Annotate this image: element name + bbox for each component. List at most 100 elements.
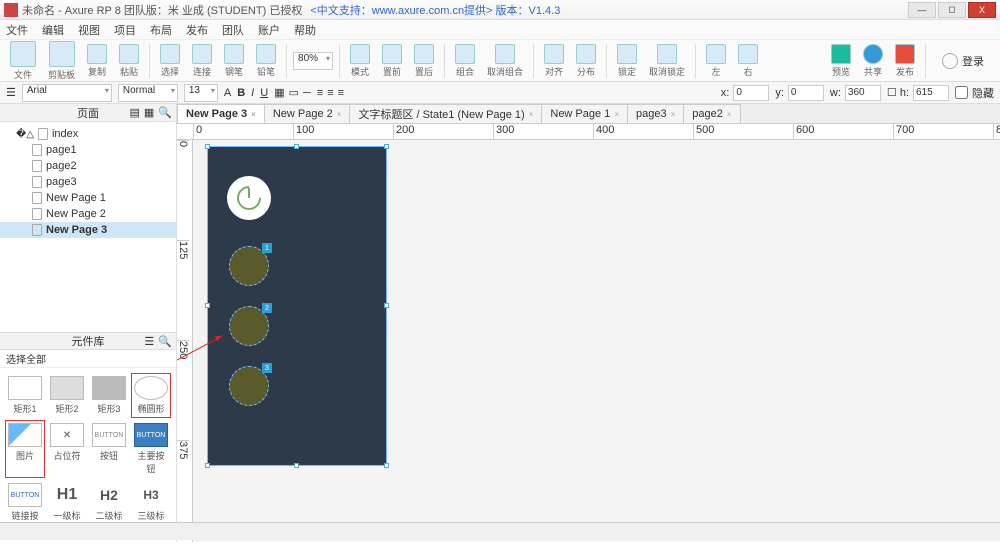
file-icon[interactable]	[10, 41, 36, 67]
ruler-horizontal: 01002003004005006007008009001000	[177, 124, 1000, 140]
align-r-icon[interactable]: ≡	[338, 87, 344, 99]
add-page-icon[interactable]: ▤	[129, 106, 139, 119]
font-combo[interactable]: Arial	[22, 84, 112, 102]
format-bar: ☰ Arial Normal 13 A B I U ▦ ▭ ─ ≡ ≡ ≡ x:…	[0, 82, 1000, 104]
menubar: 文件 编辑 视图 项目 布局 发布 团队 账户 帮助	[0, 20, 1000, 40]
maximize-button[interactable]: ◻	[938, 2, 966, 18]
lib-ellipse[interactable]: 椭圆形	[132, 374, 170, 417]
lib-image[interactable]: 图片	[6, 421, 44, 477]
lib-text-para[interactable]: A≡文本段落	[48, 541, 86, 542]
publish-icon[interactable]	[895, 44, 915, 64]
tree-root[interactable]: �△ index	[0, 126, 176, 142]
menu-help[interactable]: 帮助	[294, 22, 316, 38]
tree-newpage1[interactable]: New Page 1	[0, 190, 176, 206]
preview-icon[interactable]	[831, 44, 851, 64]
tree-page2[interactable]: page2	[0, 158, 176, 174]
mode-icon[interactable]	[350, 44, 370, 64]
support-link[interactable]: <中文支持：www.axure.com.cn提供> 版本：V1.4.3	[310, 2, 560, 18]
color-icon[interactable]: A	[224, 87, 231, 99]
lib-rect1[interactable]: 矩形1	[6, 374, 44, 417]
main-toolbar: 文件 剪贴板 复制 粘贴 选择 连接 钢笔 铅笔 80% 模式 置前 置后 组合…	[0, 40, 1000, 82]
lib-rect2[interactable]: 矩形2	[48, 374, 86, 417]
app-icon	[4, 3, 18, 17]
window-controls: — ◻ X	[908, 2, 996, 18]
page-tree: �△ index page1 page2 page3 New Page 1 Ne…	[0, 122, 176, 242]
lib-placeholder[interactable]: ✕占位符	[48, 421, 86, 477]
tree-page1[interactable]: page1	[0, 142, 176, 158]
menu-publish[interactable]: 发布	[186, 22, 208, 38]
group-icon[interactable]	[455, 44, 475, 64]
weight-combo[interactable]: Normal	[118, 84, 178, 102]
menu-team[interactable]: 团队	[222, 22, 244, 38]
statusbar	[0, 522, 1000, 540]
tab-newpage1[interactable]: New Page 1×	[541, 104, 628, 123]
selection-handles[interactable]	[207, 146, 387, 466]
ungroup-icon[interactable]	[495, 44, 515, 64]
bold-icon[interactable]: B	[237, 87, 245, 99]
tab-state1[interactable]: 文字标题区 / State1 (New Page 1)×	[349, 104, 542, 123]
select-icon[interactable]	[160, 44, 180, 64]
lib-vr[interactable]: ↕垂直线	[132, 541, 170, 542]
copy-icon[interactable]	[87, 44, 107, 64]
align-left-icon[interactable]	[706, 44, 726, 64]
size-combo[interactable]: 13	[184, 84, 218, 102]
tree-newpage3[interactable]: New Page 3	[0, 222, 176, 238]
front-icon[interactable]	[382, 44, 402, 64]
menu-file[interactable]: 文件	[6, 22, 28, 38]
lib-rect3[interactable]: 矩形3	[90, 374, 128, 417]
back-icon[interactable]	[414, 44, 434, 64]
align-l-icon[interactable]: ≡	[317, 87, 323, 99]
y-input[interactable]	[788, 85, 824, 101]
h-input[interactable]	[913, 85, 949, 101]
login-button[interactable]: 登录	[932, 53, 994, 69]
clipboard-icon[interactable]	[49, 41, 75, 67]
italic-icon[interactable]: I	[251, 87, 254, 99]
menu-project[interactable]: 项目	[114, 22, 136, 38]
line-icon[interactable]: ─	[303, 87, 311, 99]
lib-button[interactable]: BUTTON按钮	[90, 421, 128, 477]
connect-icon[interactable]	[192, 44, 212, 64]
align-icon[interactable]	[544, 44, 564, 64]
tree-page3[interactable]: page3	[0, 174, 176, 190]
menu-view[interactable]: 视图	[78, 22, 100, 38]
border-icon[interactable]: ▭	[289, 86, 299, 99]
share-icon[interactable]	[863, 44, 883, 64]
fill-icon[interactable]: ▦	[274, 86, 284, 99]
lib-hr[interactable]: ⟷水平线	[90, 541, 128, 542]
search-icon[interactable]: 🔍	[158, 106, 172, 119]
minimize-button[interactable]: —	[908, 2, 936, 18]
zoom-combo[interactable]: 80%	[293, 52, 333, 70]
paste-icon[interactable]	[119, 44, 139, 64]
lib-select-all[interactable]: 选择全部	[0, 350, 176, 368]
lib-primary-button[interactable]: BUTTON主要按钮	[132, 421, 170, 477]
lib-search-icon[interactable]: 🔍	[158, 335, 172, 348]
tree-newpage2[interactable]: New Page 2	[0, 206, 176, 222]
titlebar: 未命名 - Axure RP 8 团队版：米 业成 (STUDENT) 已授权 …	[0, 0, 1000, 20]
x-input[interactable]	[733, 85, 769, 101]
bullet-icon[interactable]: ☰	[6, 86, 16, 99]
library-panel-header: 元件库☰🔍	[0, 332, 176, 350]
lock-icon[interactable]	[617, 44, 637, 64]
widget-library: 矩形1 矩形2 矩形3 椭圆形 图片 ✕占位符 BUTTON按钮 BUTTON主…	[0, 368, 176, 542]
unlock-icon[interactable]	[657, 44, 677, 64]
pencil-icon[interactable]	[256, 44, 276, 64]
tab-newpage3[interactable]: New Page 3×	[177, 104, 265, 123]
w-input[interactable]	[845, 85, 881, 101]
menu-layout[interactable]: 布局	[150, 22, 172, 38]
align-right-icon[interactable]	[738, 44, 758, 64]
add-folder-icon[interactable]: ▦	[144, 106, 154, 119]
lib-text-label[interactable]: A_文本标签	[6, 541, 44, 542]
canvas[interactable]: 0125250375 1 2 3	[177, 140, 1000, 542]
align-c-icon[interactable]: ≡	[327, 87, 333, 99]
pen-icon[interactable]	[224, 44, 244, 64]
tab-page2[interactable]: page2×	[683, 104, 740, 123]
underline-icon[interactable]: U	[260, 87, 268, 99]
menu-account[interactable]: 账户	[258, 22, 280, 38]
hide-checkbox[interactable]	[955, 86, 968, 99]
tab-newpage2[interactable]: New Page 2×	[264, 104, 351, 123]
lib-menu-icon[interactable]: ☰	[144, 335, 154, 348]
tab-page3[interactable]: page3×	[627, 104, 684, 123]
close-button[interactable]: X	[968, 2, 996, 18]
distribute-icon[interactable]	[576, 44, 596, 64]
menu-edit[interactable]: 编辑	[42, 22, 64, 38]
